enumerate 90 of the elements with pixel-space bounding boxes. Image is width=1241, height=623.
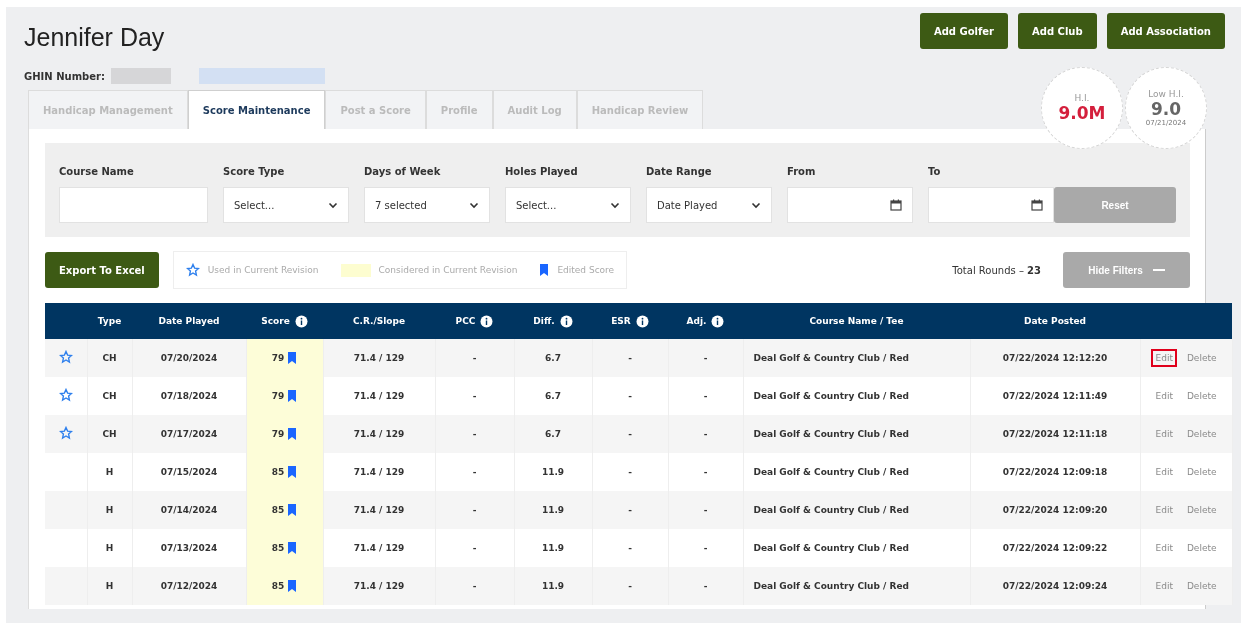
edit-link[interactable]: Edit	[1151, 577, 1177, 595]
legend-label: Edited Score	[557, 265, 615, 275]
calendar-icon	[1031, 199, 1043, 211]
delete-link[interactable]: Delete	[1182, 539, 1221, 557]
table-cell: 07/12/2024	[132, 567, 246, 605]
minus-icon	[1152, 268, 1165, 272]
score-value: 79	[271, 353, 285, 363]
total-rounds: Total Rounds – 23	[952, 264, 1041, 276]
filter-label: Course Name	[59, 166, 135, 177]
add-button[interactable]: Add Club	[1018, 13, 1097, 49]
score-value: 85	[271, 543, 285, 553]
select-field[interactable]: Select...	[505, 187, 631, 223]
table-cell: H	[87, 567, 132, 605]
table-cell: 71.4 / 129	[323, 567, 435, 605]
calendar-icon	[890, 199, 902, 211]
column-header: Score	[246, 303, 323, 339]
hide-filters-button[interactable]: Hide Filters	[1063, 252, 1190, 288]
index-label: Low H.I.	[1148, 89, 1184, 99]
select-field[interactable]: Date Played	[646, 187, 772, 223]
index-value: 9.0	[1150, 99, 1182, 119]
date-field[interactable]	[928, 187, 1054, 223]
star-icon	[185, 263, 200, 277]
add-button[interactable]: Add Association	[1106, 13, 1225, 49]
filter-label: Score Type	[223, 166, 286, 177]
chevron-down-icon	[751, 201, 761, 209]
delete-link[interactable]: Delete	[1182, 387, 1221, 405]
info-icon	[294, 314, 308, 328]
filter-label: From	[787, 166, 817, 177]
table-cell: -	[668, 567, 743, 605]
legend-label: Used in Current Revision	[207, 265, 319, 275]
bookmark-icon	[539, 263, 550, 277]
index-value: 9.0M	[1058, 103, 1106, 123]
legend-label: Considered in Current Revision	[378, 265, 518, 275]
column-header: PCC	[435, 303, 514, 339]
edit-link[interactable]: Edit	[1151, 463, 1177, 481]
table-cell: 11.9	[514, 567, 592, 605]
column-header: Date Posted	[970, 303, 1140, 339]
legend-swatch	[340, 263, 371, 277]
info-icon	[559, 314, 573, 328]
index-label: H.I.	[1074, 93, 1090, 103]
table-cell: -	[592, 567, 668, 605]
star-icon	[58, 426, 73, 440]
star-icon	[58, 350, 73, 364]
delete-link[interactable]: Delete	[1182, 577, 1221, 595]
column-header: Diff.	[514, 303, 592, 339]
edit-link[interactable]: Edit	[1151, 387, 1177, 405]
filter-label: Date Range	[646, 166, 713, 177]
ghin-label: GHIN Number:	[24, 70, 105, 82]
score-value: 85	[271, 467, 285, 477]
info-icon	[480, 314, 494, 328]
column-header: Adj.	[668, 303, 743, 339]
text-field[interactable]	[59, 187, 208, 223]
reset-button[interactable]: Reset	[1054, 187, 1176, 223]
filter-label: Days of Week	[364, 166, 442, 177]
chevron-down-icon	[469, 201, 479, 209]
filter-label: To	[928, 166, 942, 177]
column-header: C.R./Slope	[323, 303, 435, 339]
tab[interactable]: Score Maintenance	[187, 90, 326, 129]
table-cell: -	[435, 567, 514, 605]
column-header: Course Name / Tee	[743, 303, 970, 339]
select-field[interactable]: 7 selected	[364, 187, 490, 223]
chevron-down-icon	[610, 201, 620, 209]
score-value: 79	[271, 429, 285, 439]
delete-link[interactable]: Delete	[1182, 425, 1221, 443]
column-header: Type	[87, 303, 132, 339]
delete-link[interactable]: Delete	[1182, 501, 1221, 519]
column-header: Date Played	[132, 303, 246, 339]
score-value: 85	[271, 505, 285, 515]
score-value: 79	[271, 391, 285, 401]
date-field[interactable]	[787, 187, 913, 223]
score-value: 85	[271, 581, 285, 591]
redacted-value	[110, 68, 171, 84]
edit-link[interactable]: Edit	[1151, 539, 1177, 557]
column-header: ESR	[592, 303, 668, 339]
chevron-down-icon	[328, 201, 338, 209]
table-cell: Deal Golf & Country Club / Red	[743, 567, 970, 605]
info-icon	[711, 314, 725, 328]
golfer-name: Jennifer Day	[24, 23, 166, 52]
star-icon	[58, 388, 73, 402]
delete-link[interactable]: Delete	[1182, 349, 1221, 367]
export-button[interactable]: Export To Excel	[45, 252, 159, 288]
info-icon	[635, 314, 649, 328]
add-button[interactable]: Add Golfer	[919, 13, 1009, 49]
edit-link[interactable]: Edit	[1151, 349, 1177, 367]
filter-label: Holes Played	[505, 166, 579, 177]
edit-link[interactable]: Edit	[1151, 425, 1177, 443]
delete-link[interactable]: Delete	[1182, 463, 1221, 481]
table-cell: 07/22/2024 12:09:24	[970, 567, 1140, 605]
select-field[interactable]: Select...	[223, 187, 349, 223]
edit-link[interactable]: Edit	[1151, 501, 1177, 519]
